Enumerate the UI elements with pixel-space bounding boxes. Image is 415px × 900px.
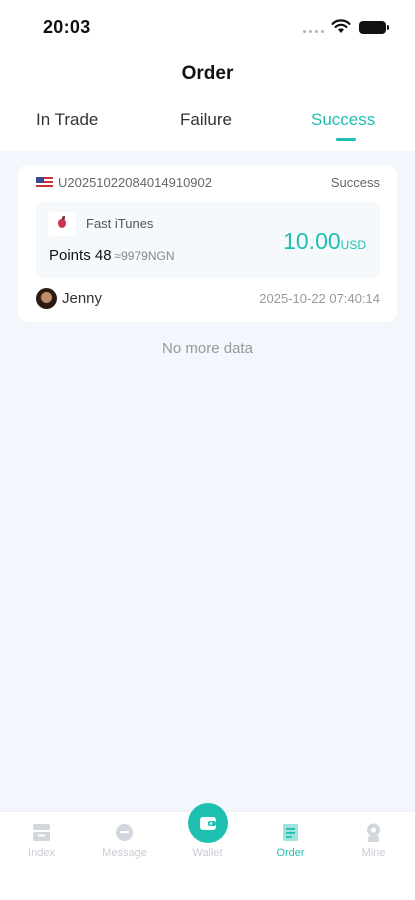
nav-index[interactable]: Index (0, 812, 83, 872)
status-time: 20:03 (43, 17, 91, 37)
cellular-signal-icon (303, 30, 324, 33)
order-date: 2025-10-22 07:40:14 (259, 291, 380, 306)
nav-message[interactable]: Message (83, 812, 166, 872)
home-indicator (136, 885, 279, 890)
wallet-icon (200, 817, 216, 830)
nav-order[interactable]: Order (249, 812, 332, 872)
order-detail-box: Fast iTunes Points 48 ≈9979NGN 10.00USD (36, 202, 380, 278)
nav-label: Message (102, 847, 147, 859)
tab-success[interactable]: Success (311, 110, 375, 130)
nav-mine[interactable]: Mine (332, 812, 415, 872)
apple-icon (48, 212, 76, 236)
order-number: U20251022084014910902 (58, 175, 212, 190)
nav-label: Wallet (192, 847, 223, 859)
battery-icon (359, 21, 389, 34)
amount-currency: USD (340, 238, 366, 252)
points-equivalent: ≈9979NGN (114, 249, 175, 263)
tab-failure[interactable]: Failure (180, 110, 232, 130)
message-icon (116, 824, 133, 841)
amount-value: 10.00 (283, 228, 341, 254)
avatar (36, 288, 57, 309)
points-label: Points 48 (49, 247, 112, 264)
list-footer: No more data (162, 340, 253, 357)
nav-label: Order (276, 847, 305, 859)
nav-label: Mine (361, 847, 386, 859)
page-title: Order (181, 63, 234, 84)
user-name: Jenny (62, 290, 103, 307)
index-icon (33, 824, 50, 841)
top-area: 20:03 Order In Trade Failure Success (0, 0, 415, 151)
wallet-button[interactable] (188, 803, 228, 843)
tab-in-trade[interactable]: In Trade (36, 110, 98, 130)
points-row: Points 48 ≈9979NGN (49, 247, 175, 264)
active-tab-indicator (336, 138, 356, 141)
order-status: Success (330, 175, 380, 190)
wifi-icon (331, 19, 351, 33)
mine-icon (367, 823, 380, 842)
order-card[interactable]: U20251022084014910902 Success Fast iTune… (18, 165, 397, 322)
order-icon (283, 824, 298, 841)
order-amount: 10.00USD (283, 228, 366, 255)
nav-label: Index (28, 847, 55, 859)
status-bar: 20:03 (0, 0, 415, 56)
order-status-tabs: In Trade Failure Success (0, 110, 415, 150)
us-flag-icon (36, 177, 53, 189)
product-name: Fast iTunes (86, 216, 154, 231)
